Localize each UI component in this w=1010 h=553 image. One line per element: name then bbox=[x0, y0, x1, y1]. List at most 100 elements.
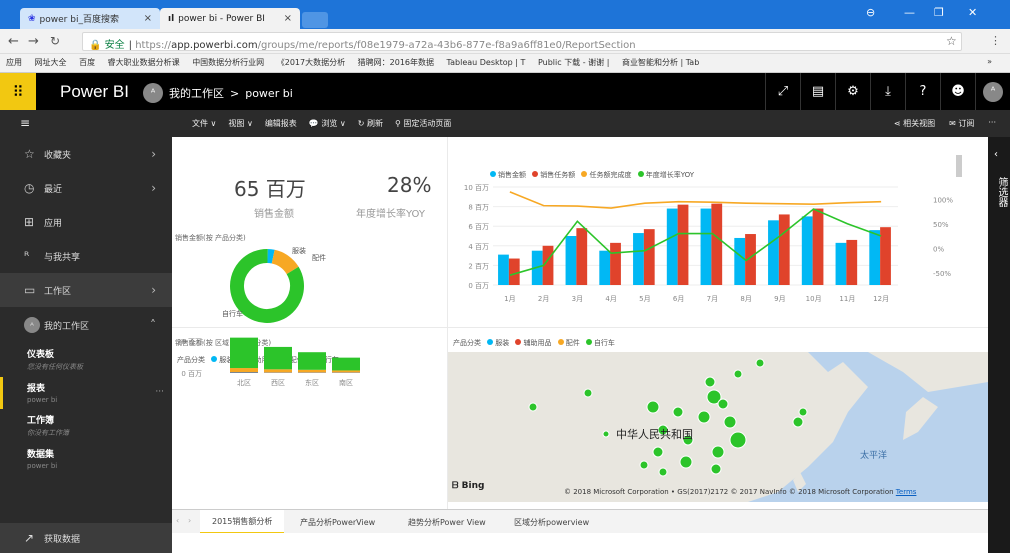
x-tick-label: 南区 bbox=[339, 378, 353, 387]
url-input[interactable]: 🔒 安全 | https://app.powerbi.com/groups/me/… bbox=[82, 32, 962, 51]
bookmark-item[interactable]: 《2017大数据分析 bbox=[277, 58, 345, 67]
section-subtitle: power bi bbox=[27, 462, 58, 470]
browser-menu-icon[interactable]: ⋮ bbox=[990, 34, 1001, 47]
bookmark-item[interactable]: 网址大全 bbox=[35, 58, 67, 67]
gear-icon[interactable]: ⚙ bbox=[835, 73, 870, 110]
bookmark-item[interactable]: Tableau Desktop | T bbox=[447, 58, 526, 67]
sidebar-item-apps[interactable]: ⊞ 应用 bbox=[0, 205, 172, 239]
yoy-value: 28% bbox=[387, 173, 432, 197]
sidebar-item-my-workspace[interactable]: ᴬ 我的工作区 ˄ bbox=[0, 307, 172, 343]
map-area[interactable] bbox=[448, 352, 988, 502]
bookmark-item[interactable]: 猎聘网：2016年数据 bbox=[358, 58, 434, 67]
terms-link[interactable]: Terms bbox=[896, 488, 917, 496]
chevron-up-icon: ˄ bbox=[150, 318, 156, 332]
legend-dot-icon bbox=[487, 339, 494, 345]
bookmark-item[interactable]: 睿大职业数据分析课 bbox=[108, 58, 180, 67]
sidebar-section-dashboards[interactable]: 仪表板 您没有任何仪表板 bbox=[0, 343, 172, 377]
url-scheme: https:// bbox=[135, 40, 172, 51]
sidebar-section-datasets[interactable]: 数据集 power bi bbox=[0, 443, 172, 475]
bar-sales bbox=[835, 242, 847, 285]
hamburger-icon[interactable]: ≡ bbox=[20, 116, 30, 130]
more-options-icon[interactable]: ··· bbox=[988, 118, 996, 129]
breadcrumb-workspace[interactable]: 我的工作区 bbox=[169, 85, 224, 101]
share-icon: ⋖ bbox=[893, 119, 904, 128]
y2-tick-label: 0% bbox=[933, 245, 944, 253]
bar-target bbox=[880, 227, 891, 285]
page-tab[interactable]: 趋势分析Power View bbox=[396, 510, 498, 534]
browser-tab-baidu[interactable]: ❀ power bi_百度搜索 × bbox=[20, 8, 160, 29]
filters-pane[interactable]: ‹ 筛选器 bbox=[988, 137, 1010, 553]
tab-scroll-left-icon[interactable]: ‹ bbox=[176, 516, 179, 525]
sidebar-item-favorites[interactable]: ☆ 收藏夹 › bbox=[0, 137, 172, 171]
subscribe-button[interactable]: ✉ 订阅 bbox=[949, 118, 974, 129]
bing-logo: ᗷ Bing bbox=[452, 481, 484, 491]
bookmarks-more[interactable]: » bbox=[987, 57, 992, 66]
chevron-left-icon[interactable]: ‹ bbox=[994, 149, 998, 160]
bar-sales bbox=[666, 208, 678, 285]
bar-target bbox=[677, 204, 689, 285]
view-menu[interactable]: 视图 ∨ bbox=[228, 118, 252, 129]
back-icon[interactable]: ← bbox=[8, 34, 19, 49]
related-view-button[interactable]: ⋖ 相关视图 bbox=[894, 118, 935, 129]
combo-chart[interactable]: 0 百万 2 百万 4 百万 6 百万 8 百万 10 百万 -50% 0% 50% 100% 1月… bbox=[448, 137, 988, 327]
app-launcher-icon[interactable]: ⠿ bbox=[0, 73, 36, 110]
close-tab-icon[interactable]: × bbox=[284, 13, 292, 24]
stacked-bar-segment bbox=[230, 337, 258, 369]
bookmark-item[interactable]: 中国数据分析行业网 bbox=[192, 58, 264, 67]
get-data-button[interactable]: ↗ 获取数据 bbox=[0, 523, 172, 553]
donut-label-bikes: 自行车 bbox=[222, 310, 243, 318]
bar-sales bbox=[633, 233, 644, 285]
refresh-button[interactable]: ↻ 刷新 bbox=[358, 118, 383, 129]
user-avatar-icon[interactable]: ᴬ bbox=[975, 73, 1010, 110]
help-icon[interactable]: ? bbox=[905, 73, 940, 110]
map-country-label: 中华人民共和国 bbox=[616, 428, 693, 441]
page-tab[interactable]: 区域分析powerview bbox=[502, 510, 601, 534]
page-tab[interactable]: 2015销售额分析 bbox=[200, 510, 285, 534]
stacked-bar-chart[interactable]: 20 百万 0 百万北区 西区 东区 南区 bbox=[172, 328, 447, 509]
map-tile: 产品分类 服装 辅助用品 配件 自行车 中华人民共和国 太平洋 ᗷ Bing ©… bbox=[448, 328, 988, 509]
legend-item: 辅助用品 bbox=[523, 339, 552, 347]
left-nav: ☆ 收藏夹 › ◷ 最近 › ⊞ 应用 ᴿ 与我共享 ▭ 工作区 › ᴬ 我的工… bbox=[0, 137, 172, 553]
download-icon[interactable]: ⤓ bbox=[870, 73, 905, 110]
sidebar-item-workspaces[interactable]: ▭ 工作区 › bbox=[0, 273, 172, 307]
tab-scroll-right-icon[interactable]: › bbox=[188, 516, 191, 525]
sidebar-section-reports[interactable]: 报表 power bi ··· bbox=[0, 377, 172, 409]
bing-label: Bing bbox=[461, 481, 485, 491]
bookmark-item[interactable]: 商业智能和分析 | Tab bbox=[622, 58, 699, 67]
more-options-icon[interactable]: ··· bbox=[155, 387, 164, 397]
sales-amount-label: 销售金额 bbox=[254, 209, 294, 220]
notes-icon[interactable]: ▤ bbox=[800, 73, 835, 110]
page-tab[interactable]: 产品分析PowerView bbox=[288, 510, 387, 534]
edit-report-button[interactable]: 编辑报表 bbox=[265, 118, 297, 129]
sidebar-section-workbooks[interactable]: 工作簿 你没有工作簿 bbox=[0, 409, 172, 443]
feedback-icon[interactable]: ☻ bbox=[940, 73, 975, 110]
header-actions: ⤢ ▤ ⚙ ⤓ ? ☻ ᴬ bbox=[765, 73, 1010, 110]
bookmark-star-icon[interactable]: ☆ bbox=[946, 34, 957, 48]
fullscreen-icon[interactable]: ⤢ bbox=[765, 73, 800, 110]
combo-chart-tile: 销售金额 销售任务额 任务额完成度 年度增长率YOY 0 百万 2 百万 4 百万 6… bbox=[448, 137, 988, 327]
bookmark-item[interactable]: 应用 bbox=[6, 58, 22, 67]
new-tab-button[interactable] bbox=[302, 12, 328, 28]
browser-tab-powerbi[interactable]: ıl power bi - Power BI × bbox=[160, 8, 300, 29]
file-menu[interactable]: 文件 ∨ bbox=[192, 118, 216, 129]
refresh-label: 刷新 bbox=[366, 119, 383, 128]
sidebar-item-recent[interactable]: ◷ 最近 › bbox=[0, 171, 172, 205]
donut-label-accessories: 配件 bbox=[312, 254, 326, 262]
section-subtitle: 你没有工作簿 bbox=[27, 429, 69, 437]
scrollbar-thumb[interactable] bbox=[956, 155, 962, 177]
browse-menu[interactable]: 💬 浏览 ∨ bbox=[309, 118, 346, 129]
forward-icon[interactable]: → bbox=[28, 34, 39, 49]
sidebar-item-shared[interactable]: ᴿ 与我共享 bbox=[0, 239, 172, 273]
bookmark-item[interactable]: 百度 bbox=[79, 58, 95, 67]
reload-icon[interactable]: ↻ bbox=[50, 34, 60, 48]
profile-icon[interactable]: ⊖ bbox=[866, 6, 875, 19]
breadcrumb-report[interactable]: power bi bbox=[245, 87, 293, 100]
minimize-icon[interactable]: — bbox=[904, 6, 915, 19]
bookmark-item[interactable]: Public 下载 - 谢谢 | bbox=[538, 58, 609, 67]
brand-title[interactable]: Power BI bbox=[60, 82, 129, 102]
restore-icon[interactable]: ❐ bbox=[934, 6, 944, 19]
pin-page-button[interactable]: ⚲ 固定活动页面 bbox=[395, 118, 451, 129]
close-window-icon[interactable]: ✕ bbox=[968, 6, 977, 19]
x-tick-label: 6月 bbox=[673, 295, 684, 303]
close-tab-icon[interactable]: × bbox=[144, 13, 152, 24]
